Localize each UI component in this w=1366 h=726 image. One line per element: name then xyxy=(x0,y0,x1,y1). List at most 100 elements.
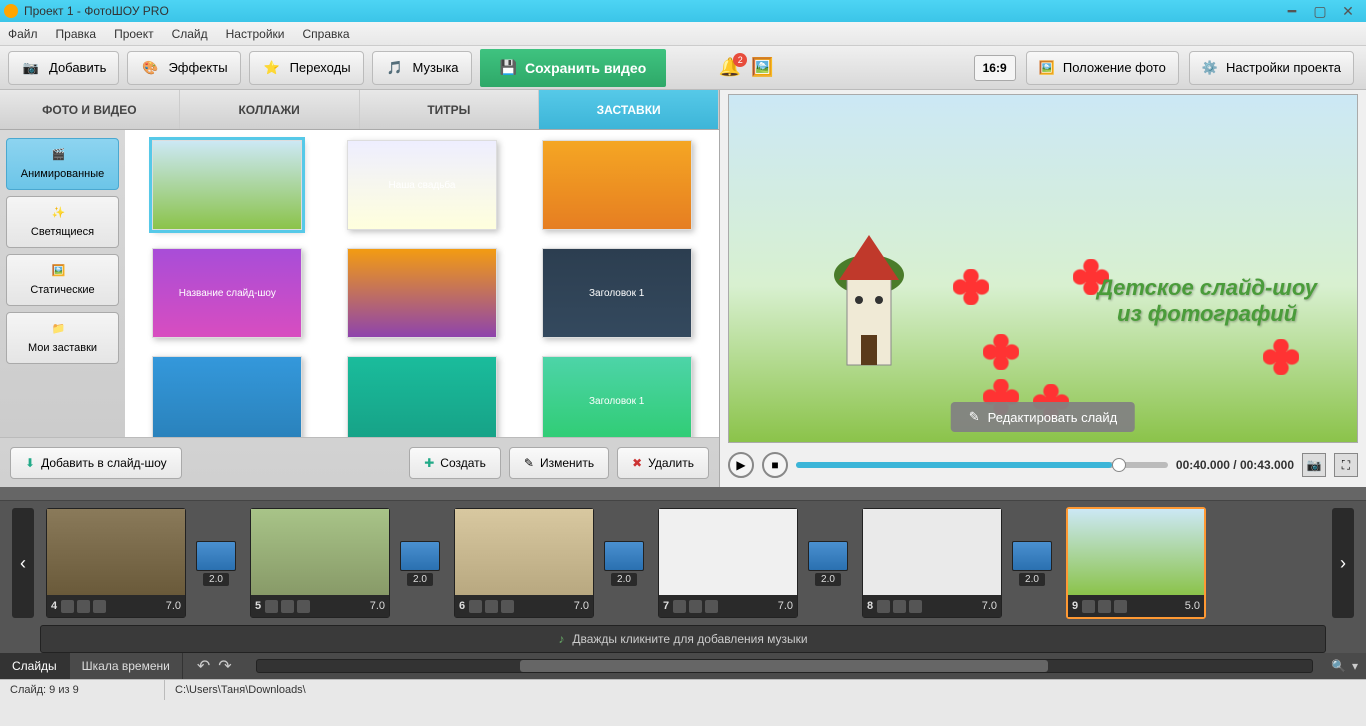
template-0[interactable] xyxy=(152,140,302,230)
add-to-slideshow-button[interactable]: ⬇ Добавить в слайд-шоу xyxy=(10,447,182,479)
tab-intros[interactable]: ЗАСТАВКИ xyxy=(539,90,719,129)
close-button[interactable]: ✕ xyxy=(1334,2,1362,20)
category-2[interactable]: 🖼️Статические xyxy=(6,254,119,306)
save-video-button[interactable]: 💾 Сохранить видео xyxy=(480,49,667,87)
image-icon: 🖼️ xyxy=(1039,60,1055,76)
fullscreen-button[interactable]: ⛶ xyxy=(1334,453,1358,477)
zoom-scrollbar[interactable] xyxy=(256,659,1313,673)
timeline-slide-5[interactable]: 57.0 xyxy=(250,508,390,618)
slides-view-tab[interactable]: Слайды xyxy=(0,653,70,679)
sound-icon[interactable] xyxy=(705,600,718,613)
zoom-icon[interactable] xyxy=(485,600,498,613)
notifications-button[interactable]: 🔔 2 xyxy=(719,57,741,78)
zoom-menu-button[interactable]: ▾ xyxy=(1352,659,1358,673)
timeline-view-tab[interactable]: Шкала времени xyxy=(70,653,183,679)
timeline-slide-6[interactable]: 67.0 xyxy=(454,508,594,618)
effects-button[interactable]: 🎨 Эффекты xyxy=(127,51,240,85)
timeline-slide-8[interactable]: 87.0 xyxy=(862,508,1002,618)
edit-icon[interactable] xyxy=(877,600,890,613)
timeline-slide-4[interactable]: 47.0 xyxy=(46,508,186,618)
play-button[interactable]: ▶ xyxy=(728,452,754,478)
sound-icon[interactable] xyxy=(501,600,514,613)
aspect-ratio-button[interactable]: 16:9 xyxy=(974,55,1016,81)
menu-help[interactable]: Справка xyxy=(302,27,349,41)
transition-4[interactable]: 2.0 xyxy=(194,541,238,586)
tab-photo-video[interactable]: ФОТО И ВИДЕО xyxy=(0,90,180,129)
left-actions: ⬇ Добавить в слайд-шоу ✚ Создать ✎ Измен… xyxy=(0,437,719,487)
menu-slide[interactable]: Слайд xyxy=(172,27,208,41)
menu-file[interactable]: Файл xyxy=(8,27,38,41)
snapshot-button[interactable]: 📷 xyxy=(1302,453,1326,477)
redo-button[interactable]: ↷ xyxy=(218,656,231,676)
slide-footer: 47.0 xyxy=(47,595,185,617)
pencil-icon: ✎ xyxy=(969,409,980,425)
titlebar: Проект 1 - ФотоШОУ PRO ━ ▢ ✕ xyxy=(0,0,1366,22)
sound-icon[interactable] xyxy=(297,600,310,613)
create-button[interactable]: ✚ Создать xyxy=(409,447,501,479)
template-4[interactable] xyxy=(347,248,497,338)
transitions-button[interactable]: ⭐ Переходы xyxy=(249,51,364,85)
music-track[interactable]: ♪ Дважды кликните для добавления музыки xyxy=(40,625,1326,653)
sound-icon[interactable] xyxy=(1114,600,1127,613)
gallery-icon[interactable]: 🖼️ xyxy=(751,57,773,78)
seek-bar[interactable] xyxy=(796,462,1168,468)
category-1[interactable]: ✨Светящиеся xyxy=(6,196,119,248)
menubar: Файл Правка Проект Слайд Настройки Справ… xyxy=(0,22,1366,46)
sound-icon[interactable] xyxy=(93,600,106,613)
window-title: Проект 1 - ФотоШОУ PRO xyxy=(24,4,1278,18)
minimize-button[interactable]: ━ xyxy=(1278,2,1306,20)
menu-project[interactable]: Проект xyxy=(114,27,154,41)
menu-edit[interactable]: Правка xyxy=(56,27,97,41)
timeline-slide-7[interactable]: 77.0 xyxy=(658,508,798,618)
category-0[interactable]: 🎬Анимированные xyxy=(6,138,119,190)
project-settings-button[interactable]: ⚙️ Настройки проекта xyxy=(1189,51,1354,85)
slide-number: 7 xyxy=(663,600,669,612)
slide-footer: 57.0 xyxy=(251,595,389,617)
seek-thumb[interactable] xyxy=(1112,458,1126,472)
sound-icon[interactable] xyxy=(909,600,922,613)
transition-6[interactable]: 2.0 xyxy=(602,541,646,586)
zoom-icon[interactable] xyxy=(1098,600,1111,613)
edit-icon[interactable] xyxy=(673,600,686,613)
tab-titles[interactable]: ТИТРЫ xyxy=(360,90,540,129)
undo-button[interactable]: ↶ xyxy=(197,656,210,676)
music-button[interactable]: 🎵 Музыка xyxy=(372,51,472,85)
category-icon: 🎬 xyxy=(52,148,74,166)
template-3[interactable]: Название слайд-шоу xyxy=(152,248,302,338)
stop-button[interactable]: ■ xyxy=(762,452,788,478)
template-7[interactable] xyxy=(347,356,497,437)
zoom-out-button[interactable]: 🔍 xyxy=(1331,659,1346,673)
timeline-slide-9[interactable]: 95.0 xyxy=(1066,507,1206,619)
add-label: Добавить xyxy=(49,60,106,75)
photo-position-button[interactable]: 🖼️ Положение фото xyxy=(1026,51,1179,85)
zoom-icon[interactable] xyxy=(281,600,294,613)
edit-icon[interactable] xyxy=(61,600,74,613)
template-2[interactable] xyxy=(542,140,692,230)
delete-button[interactable]: ✖ Удалить xyxy=(617,447,709,479)
menu-settings[interactable]: Настройки xyxy=(226,27,285,41)
template-8[interactable]: Заголовок 1 xyxy=(542,356,692,437)
edit-button[interactable]: ✎ Изменить xyxy=(509,447,609,479)
timeline-next-button[interactable]: › xyxy=(1332,508,1354,618)
edit-slide-button[interactable]: ✎ Редактировать слайд xyxy=(951,402,1135,432)
tab-collages[interactable]: КОЛЛАЖИ xyxy=(180,90,360,129)
template-5[interactable]: Заголовок 1 xyxy=(542,248,692,338)
zoom-thumb[interactable] xyxy=(520,660,1048,672)
transition-8[interactable]: 2.0 xyxy=(1010,541,1054,586)
zoom-icon[interactable] xyxy=(77,600,90,613)
add-button[interactable]: 📷 Добавить xyxy=(8,51,119,85)
edit-icon[interactable] xyxy=(265,600,278,613)
zoom-icon[interactable] xyxy=(893,600,906,613)
slide-thumb xyxy=(251,509,389,595)
zoom-icon[interactable] xyxy=(689,600,702,613)
maximize-button[interactable]: ▢ xyxy=(1306,2,1334,20)
template-6[interactable] xyxy=(152,356,302,437)
notification-badge: 2 xyxy=(733,53,747,67)
transition-7[interactable]: 2.0 xyxy=(806,541,850,586)
edit-icon[interactable] xyxy=(1082,600,1095,613)
timeline-prev-button[interactable]: ‹ xyxy=(12,508,34,618)
edit-icon[interactable] xyxy=(469,600,482,613)
transition-5[interactable]: 2.0 xyxy=(398,541,442,586)
category-3[interactable]: 📁Мои заставки xyxy=(6,312,119,364)
template-1[interactable]: Наша свадьба xyxy=(347,140,497,230)
